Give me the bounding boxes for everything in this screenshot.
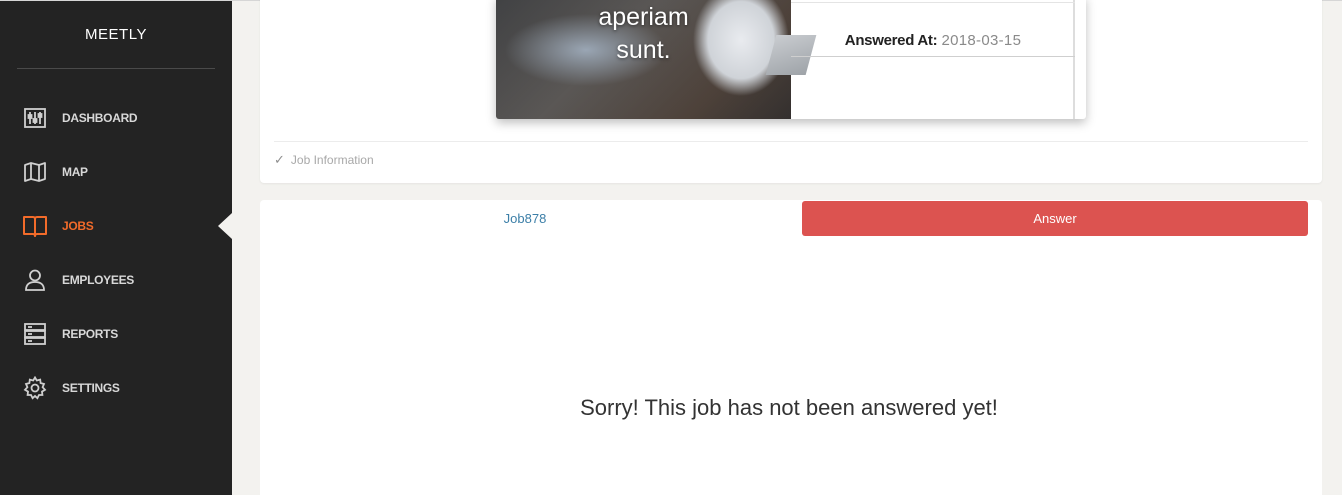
sidebar-item-label: MAP — [62, 165, 88, 179]
sidebar-item-label: SETTINGS — [62, 381, 120, 395]
answered-at-date: 2018-03-15 — [941, 32, 1022, 49]
job-title-line-2: sunt. — [616, 36, 671, 64]
divider — [791, 2, 1075, 3]
answer-panel: Job878 Answer Sorry! This job has not be… — [260, 200, 1322, 495]
sidebar: MEETLY DASHBOARD MAP JOBS EMPLOYEES REPO… — [0, 1, 232, 495]
empty-state-message: Sorry! This job has not been answered ye… — [580, 395, 998, 420]
gear-icon — [22, 375, 48, 401]
book-icon — [22, 213, 48, 239]
answered-at: Answered At: 2018-03-15 — [791, 32, 1075, 49]
sidebar-item-label: REPORTS — [62, 327, 118, 341]
job-photo: aperiam sunt. — [496, 0, 817, 119]
user-icon — [22, 267, 48, 293]
job-tile[interactable]: aperiam sunt. Answered At: 2018-03-15 — [496, 0, 1086, 119]
sidebar-item-label: EMPLOYEES — [62, 273, 134, 287]
job-card: aperiam sunt. Answered At: 2018-03-15 ✓ … — [260, 0, 1322, 183]
job-meta: Answered At: 2018-03-15 — [791, 0, 1075, 119]
divider — [791, 56, 1075, 57]
check-icon: ✓ — [274, 152, 285, 167]
sidebar-item-map[interactable]: MAP — [0, 145, 232, 199]
server-icon — [22, 321, 48, 347]
tab-job[interactable]: Job878 — [260, 201, 790, 236]
job-information-toggle[interactable]: ✓ Job Information — [274, 152, 374, 168]
sidebar-item-label: JOBS — [62, 219, 94, 233]
sidebar-item-dashboard[interactable]: DASHBOARD — [0, 91, 232, 145]
divider — [274, 141, 1308, 142]
sidebar-item-employees[interactable]: EMPLOYEES — [0, 253, 232, 307]
answered-at-label: Answered At: — [844, 32, 938, 49]
sidebar-item-settings[interactable]: SETTINGS — [0, 361, 232, 415]
brand-logo[interactable]: MEETLY — [17, 1, 215, 69]
sidebar-item-reports[interactable]: REPORTS — [0, 307, 232, 361]
sidebar-item-label: DASHBOARD — [62, 111, 138, 125]
dashboard-icon — [22, 105, 48, 131]
answer-button[interactable]: Answer — [802, 201, 1308, 236]
active-indicator — [218, 213, 232, 239]
job-title-line-1: aperiam — [598, 3, 689, 31]
map-icon — [22, 159, 48, 185]
job-information-label: Job Information — [290, 153, 374, 167]
job-title: aperiam sunt. — [556, 1, 731, 67]
sidebar-item-jobs[interactable]: JOBS — [0, 199, 232, 253]
